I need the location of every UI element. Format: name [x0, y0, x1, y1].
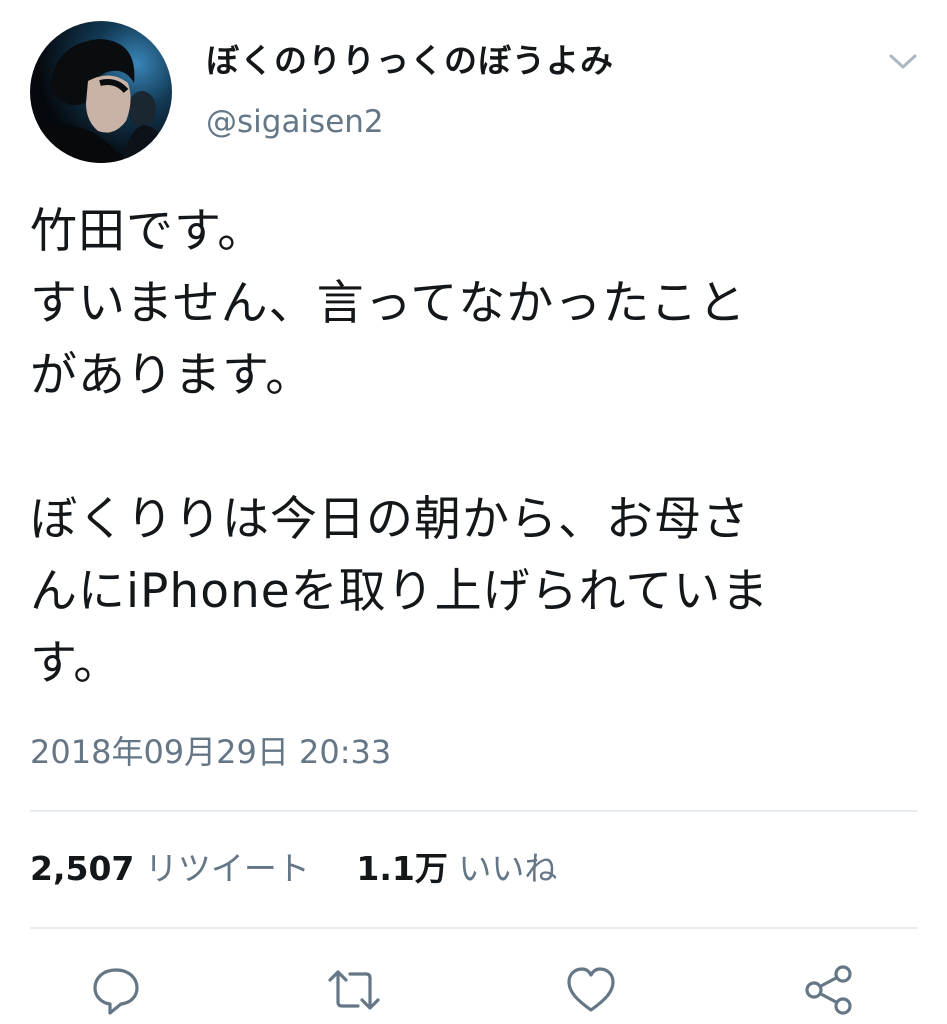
- like-icon[interactable]: [563, 962, 619, 1018]
- divider: [30, 927, 917, 929]
- retweet-count: 2,507: [30, 849, 135, 888]
- tweet-text: 竹田です。 すいません、言ってなかったこと があります。 ぼくりりは今日の朝から…: [30, 196, 920, 700]
- retweet-label: リツイート: [144, 849, 310, 888]
- tweet-line: 竹田です。: [30, 204, 266, 259]
- like-stat[interactable]: 1.1万 いいね: [356, 852, 557, 885]
- display-name[interactable]: ぼくのりりっくのぼうよみ: [206, 44, 614, 77]
- user-handle[interactable]: @sigaisen2: [206, 107, 384, 138]
- tweet-line: があります。: [30, 348, 314, 403]
- reply-icon[interactable]: [88, 962, 144, 1018]
- avatar[interactable]: [30, 21, 172, 163]
- like-count: 1.1万: [356, 849, 448, 888]
- retweet-stat[interactable]: 2,507 リツイート: [30, 852, 310, 885]
- divider: [30, 810, 917, 812]
- tweet-line: す。: [30, 636, 122, 691]
- tweet-timestamp: 2018年09月29日 20:33: [30, 733, 392, 771]
- engagement-stats: 2,507 リツイート 1.1万 いいね: [30, 852, 593, 885]
- tweet-line: んにiPhoneを取り上げられていま: [30, 564, 770, 619]
- profile-photo: [30, 21, 172, 163]
- chevron-down-icon[interactable]: [886, 48, 920, 74]
- retweet-icon[interactable]: [326, 962, 382, 1018]
- tweet-line: すいません、言ってなかったこと: [30, 276, 747, 331]
- share-icon[interactable]: [801, 962, 857, 1018]
- tweet-line: ぼくりりは今日の朝から、お母さ: [30, 492, 750, 547]
- like-label: いいね: [458, 849, 558, 888]
